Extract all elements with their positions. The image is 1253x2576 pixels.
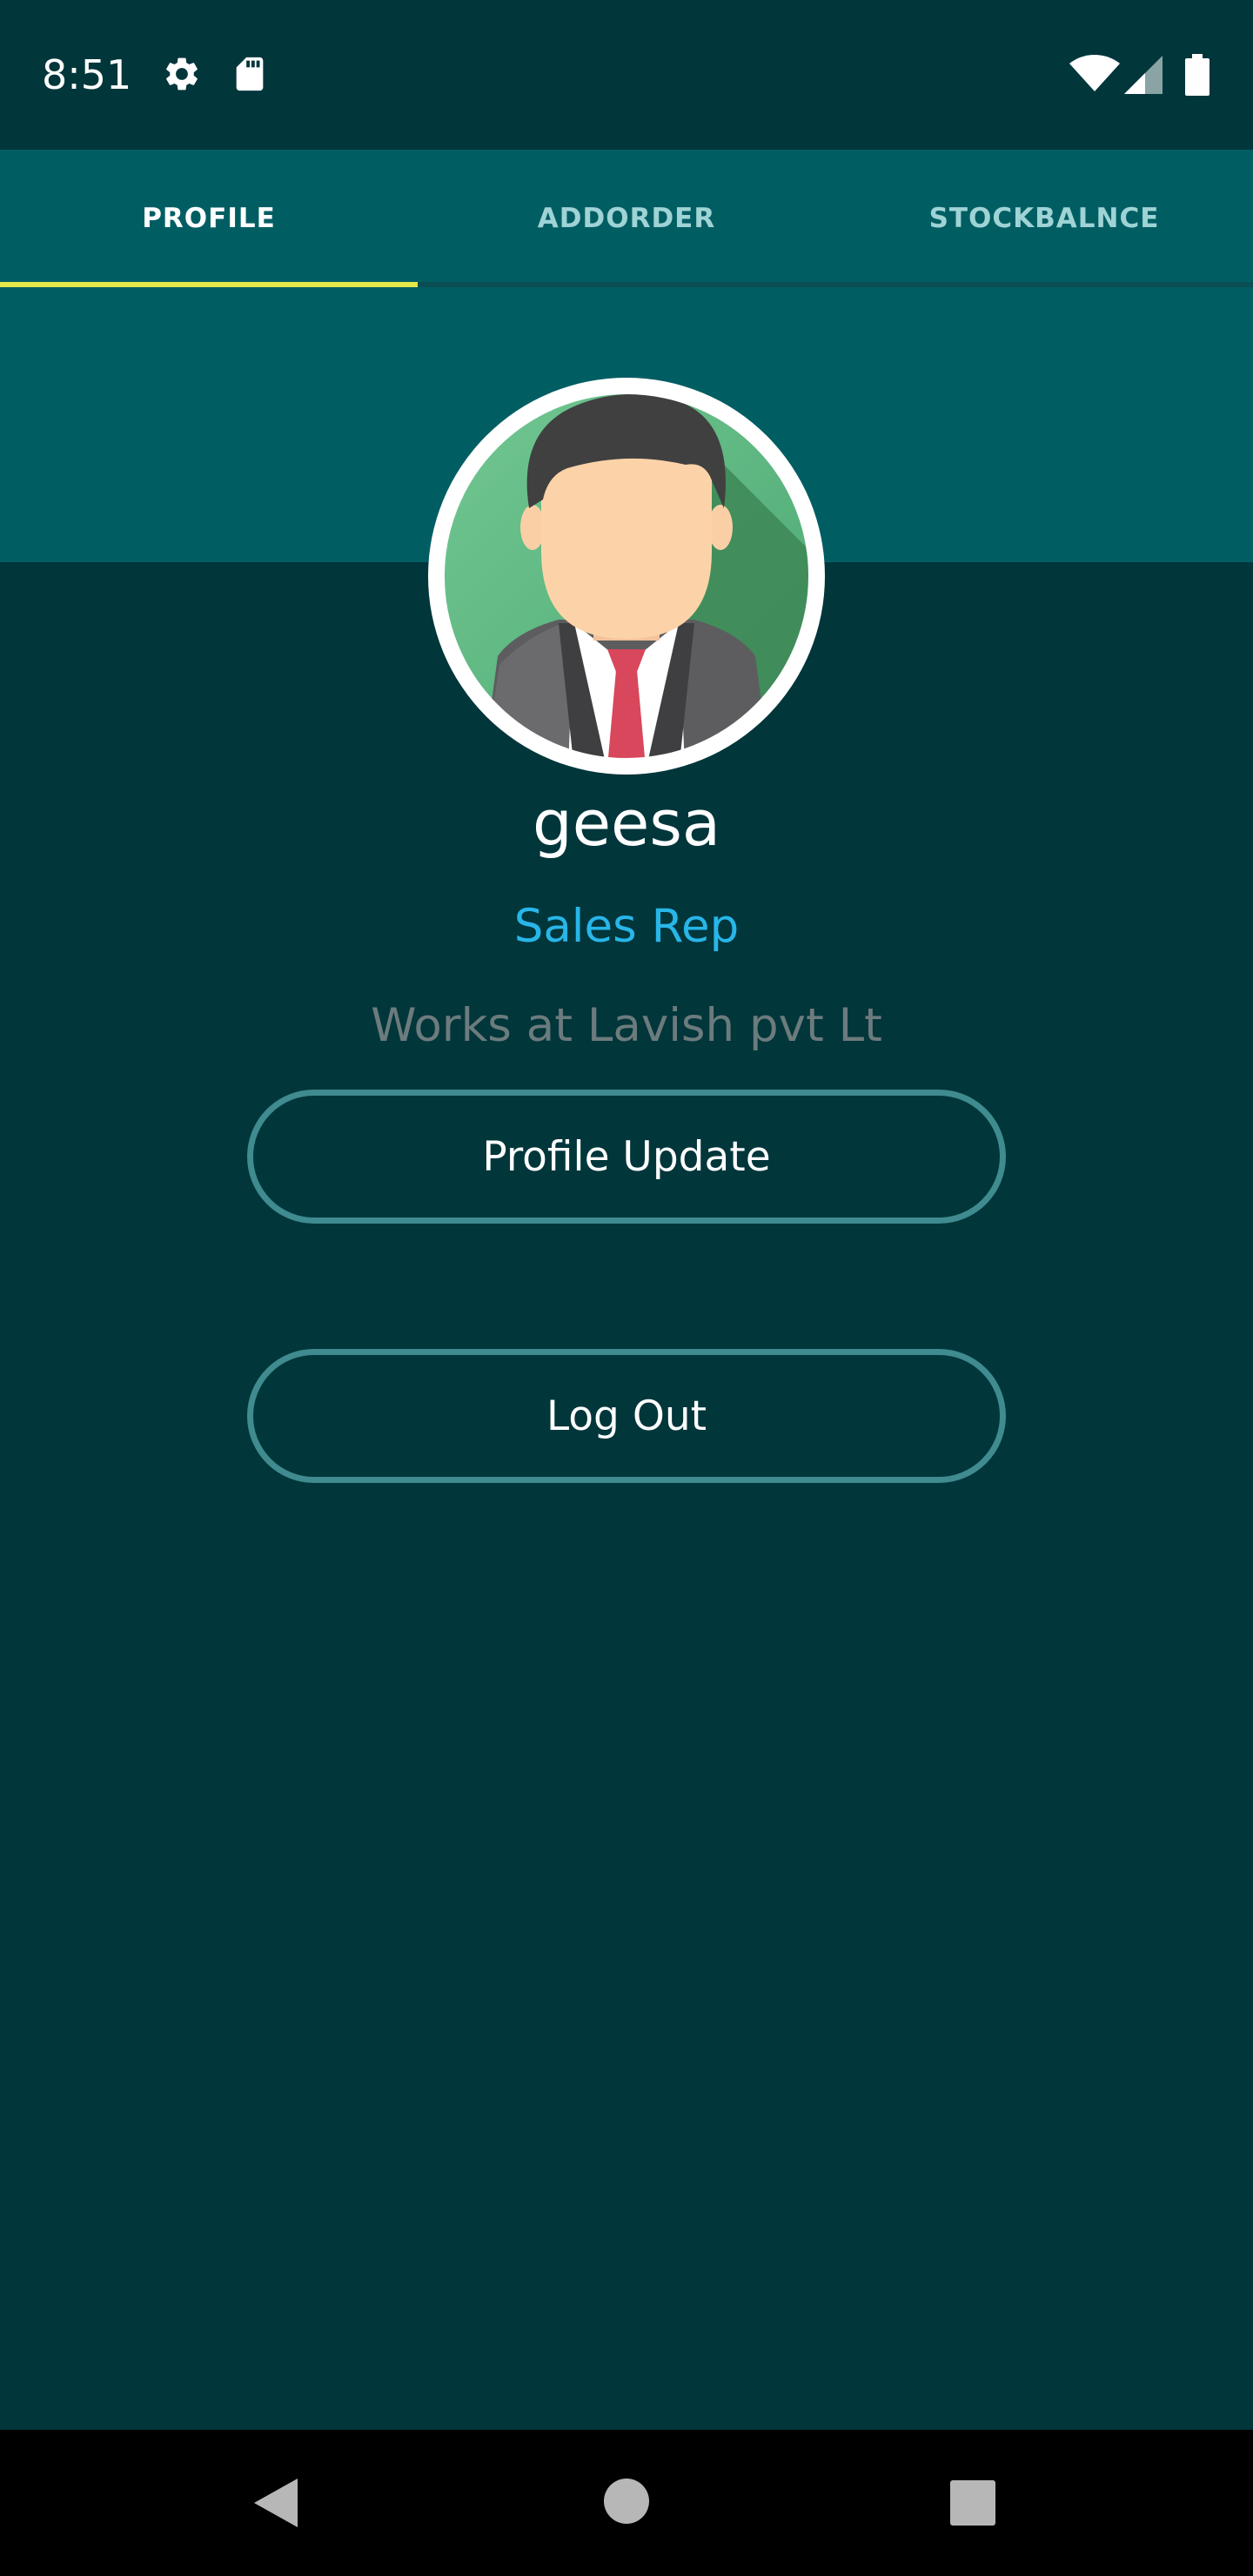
profile-update-label: Profile Update [482, 1132, 771, 1181]
tab-addorder-label: ADDORDER [537, 203, 716, 234]
log-out-label: Log Out [546, 1392, 707, 1440]
profile-update-button[interactable]: Profile Update [247, 1090, 1006, 1224]
profile-avatar [428, 378, 825, 775]
sd-card-icon [236, 57, 264, 91]
status-time: 8:51 [42, 51, 132, 98]
status-bar: 8:51 [0, 0, 1253, 150]
tab-profile-label: PROFILE [142, 203, 276, 234]
settings-icon [166, 57, 198, 91]
tab-stockbalnce[interactable]: STOCKBALNCE [835, 150, 1253, 287]
businessman-avatar-icon [436, 386, 817, 767]
profile-role: Sales Rep [513, 900, 740, 953]
battery-icon [1185, 54, 1209, 96]
profile-name: geesa [533, 787, 720, 860]
log-out-button[interactable]: Log Out [247, 1349, 1006, 1483]
home-icon[interactable] [602, 2477, 651, 2526]
recents-icon[interactable] [948, 2479, 997, 2527]
tab-profile[interactable]: PROFILE [0, 150, 418, 287]
wifi-icon [1069, 55, 1120, 91]
system-nav-bar [0, 2430, 1253, 2576]
signal-icon [1124, 56, 1163, 94]
tab-bar: PROFILE ADDORDER STOCKBALNCE [0, 150, 1253, 287]
tab-addorder[interactable]: ADDORDER [418, 150, 835, 287]
tab-stockbalnce-label: STOCKBALNCE [928, 203, 1160, 234]
profile-company: Works at Lavish pvt Lt [371, 999, 882, 1052]
back-icon[interactable] [249, 2475, 301, 2531]
